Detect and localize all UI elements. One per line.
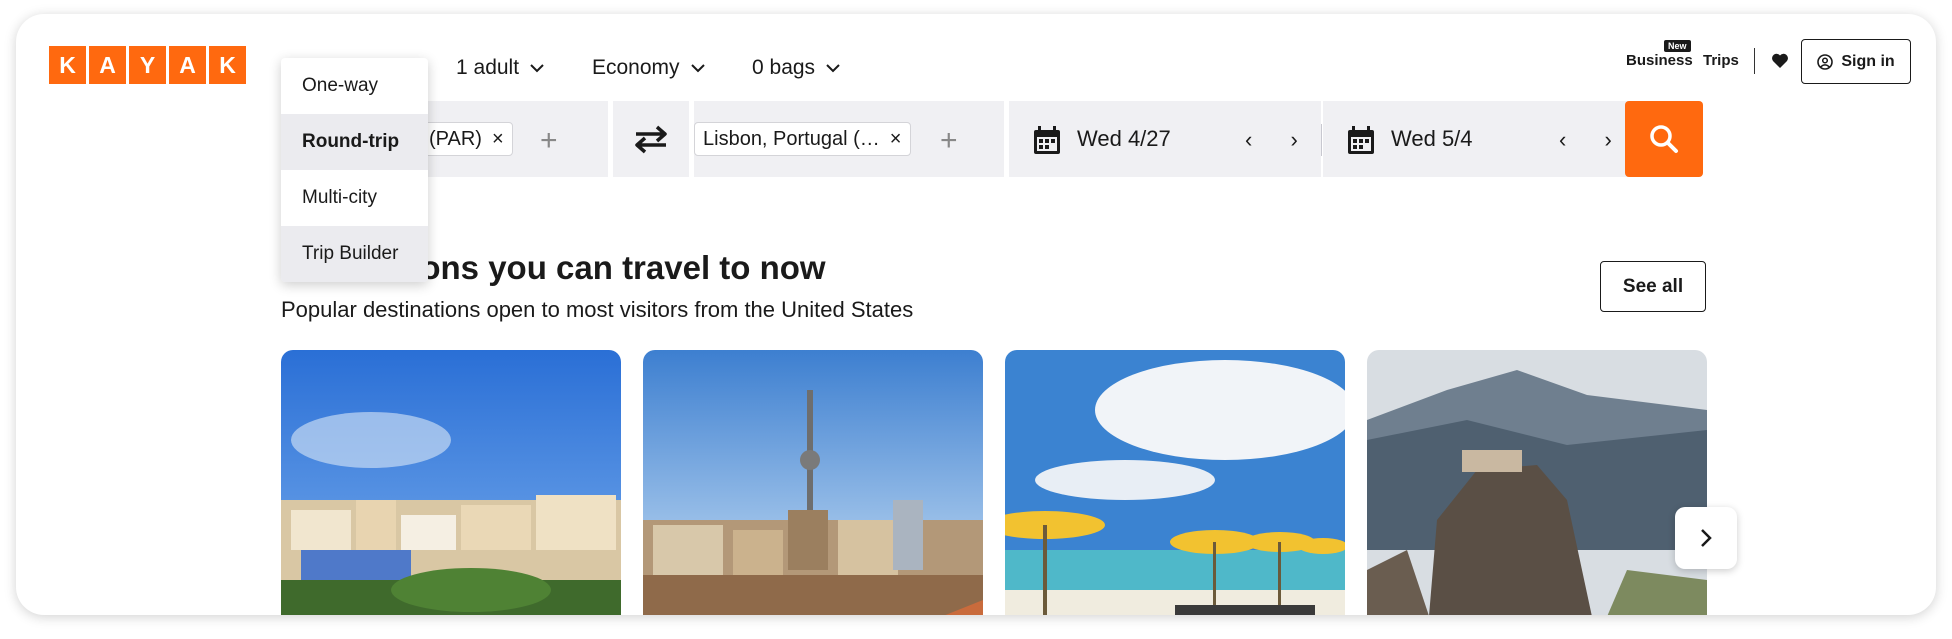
logo-letter: K [49,46,86,84]
origin-chip: (PAR) × [416,122,513,156]
nav-divider [1754,48,1755,74]
browser-frame: K A Y A K 1 adult Economy 0 bags New Bus… [16,14,1936,615]
trip-type-menu: One-way Round-trip Multi-city Trip Build… [281,58,428,282]
sign-in-label: Sign in [1841,52,1895,70]
logo-letter: A [169,46,206,84]
origin-chip-label: (PAR) [429,127,482,150]
chevron-right-icon [1701,529,1712,547]
travelers-selector[interactable]: 1 adult [456,56,545,80]
return-date-stepper[interactable]: ‹ › [1559,127,1628,153]
destination-card[interactable] [281,350,621,615]
menu-item-one-way[interactable]: One-way [281,58,428,114]
chevron-down-icon [826,64,840,73]
destination-chip: Lisbon, Portugal (… × [694,122,911,156]
beach-photo [1005,350,1345,615]
nav-trips-link[interactable]: Trips [1703,52,1739,69]
return-date-field[interactable]: Wed 5/4 ‹ › [1323,101,1635,177]
destination-card[interactable] [1005,350,1345,615]
logo-letter: Y [129,46,166,84]
meteora-photo [1367,350,1707,615]
menu-item-trip-builder[interactable]: Trip Builder [281,226,428,282]
kayak-logo[interactable]: K A Y A K [49,46,246,84]
return-date-label: Wed 5/4 [1391,126,1473,151]
logo-letter: A [89,46,126,84]
cabin-label: Economy [592,56,680,79]
travelers-label: 1 adult [456,56,520,79]
berlin-photo [643,350,983,615]
chevron-down-icon [530,64,544,73]
menu-item-round-trip[interactable]: Round-trip [281,114,428,170]
date-divider [1321,124,1322,156]
section-subtitle: Popular destinations open to most visito… [281,297,914,322]
heart-icon[interactable] [1770,51,1790,71]
calendar-icon [1348,126,1374,154]
calendar-icon [1034,126,1060,154]
bags-selector[interactable]: 0 bags [752,56,841,80]
logo-letter: K [209,46,246,84]
search-icon [1650,125,1678,153]
remove-origin-icon[interactable]: × [492,128,504,151]
depart-date-field[interactable]: Wed 4/27 ‹ › [1009,101,1321,177]
destination-card[interactable] [1367,350,1707,615]
destination-chip-label: Lisbon, Portugal (… [703,127,880,150]
new-badge: New [1664,40,1691,52]
user-icon [1817,53,1834,70]
depart-date-stepper[interactable]: ‹ › [1245,127,1314,153]
swap-button[interactable] [613,101,689,177]
add-origin-icon[interactable]: + [540,124,558,158]
bags-label: 0 bags [752,56,816,79]
nav-business-link[interactable]: Business [1626,52,1693,69]
sign-in-button[interactable]: Sign in [1801,39,1911,84]
destination-card[interactable] [643,350,983,615]
search-button[interactable] [1625,101,1703,177]
menu-item-multi-city[interactable]: Multi-city [281,170,428,226]
carousel-next-button[interactable] [1675,507,1737,569]
remove-destination-icon[interactable]: × [890,128,902,151]
chevron-down-icon [690,64,705,73]
lisbon-photo [281,350,621,615]
add-destination-icon[interactable]: + [940,124,958,158]
cabin-selector[interactable]: Economy [592,56,706,80]
see-all-button[interactable]: See all [1600,261,1706,312]
depart-date-label: Wed 4/27 [1077,126,1171,151]
swap-arrows-icon [635,125,667,154]
